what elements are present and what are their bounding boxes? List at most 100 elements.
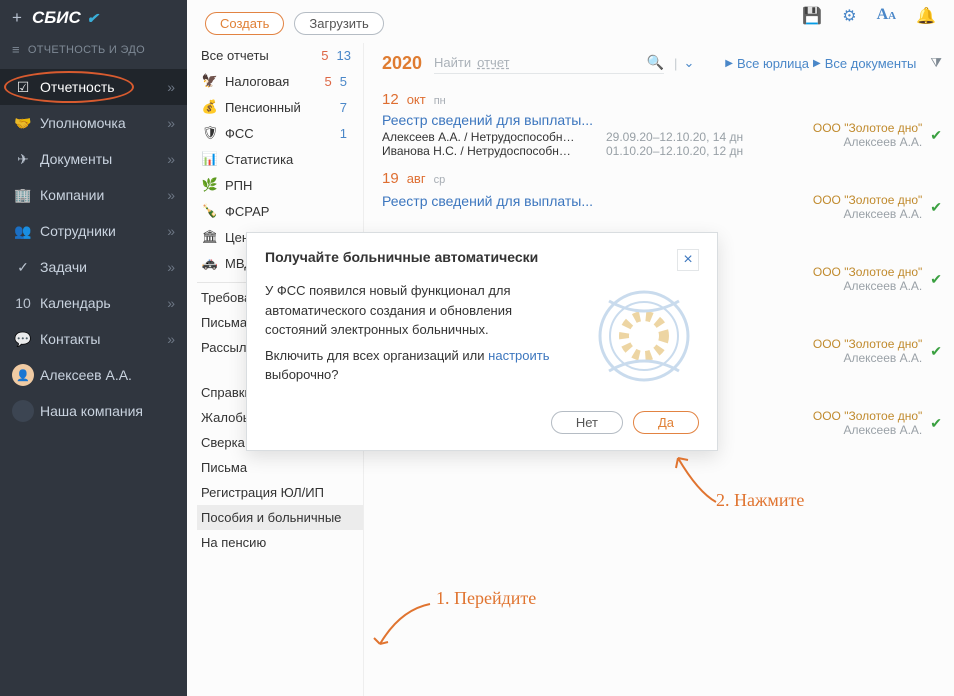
agency-icon: 🏛 — [201, 229, 219, 245]
chevron-right-icon: » — [167, 223, 175, 239]
agency-icon: 💰 — [201, 99, 219, 115]
sidebar-icon: 🤝 — [12, 115, 34, 132]
filter-agency-0[interactable]: 🦅 Налоговая55 — [197, 68, 363, 94]
company-name: Наша компания — [40, 403, 175, 419]
filter-docs[interactable]: Все документы — [825, 56, 917, 71]
report-title: Реестр сведений для выплаты... — [382, 193, 805, 209]
search-input[interactable]: Найти отчет 🔍 — [434, 52, 664, 74]
date-group: 12 окт пн — [382, 91, 942, 108]
report-row[interactable]: Реестр сведений для выплаты... ООО "Золо… — [382, 189, 942, 225]
report-title: Реестр сведений для выплаты... — [382, 112, 805, 128]
chevron-down-icon[interactable]: ⌄ — [683, 55, 694, 71]
gear-icon[interactable]: ⚙ — [842, 6, 856, 26]
filter-agency-1[interactable]: 💰 Пенсионный7 — [197, 94, 363, 120]
check-icon: ✔ — [930, 415, 942, 432]
create-button[interactable]: Создать — [205, 12, 284, 35]
filter-agency-2[interactable]: 🛡 ФСС1 — [197, 120, 363, 146]
filter-agency-3[interactable]: 📊 Статистика — [197, 146, 363, 172]
fss-emblem — [589, 281, 699, 391]
agency-icon: 📊 — [201, 151, 219, 167]
chevron-right-icon: » — [167, 115, 175, 131]
plus-icon: + — [12, 8, 22, 28]
search-icon: 🔍 — [647, 54, 664, 71]
sidebar-icon: 👥 — [12, 223, 34, 240]
sidebar-icon: ☑ — [12, 79, 34, 96]
sidebar-item-label: Контакты — [40, 331, 167, 347]
dialog-text: У ФСС появился новый функционал для авто… — [265, 281, 577, 391]
check-icon: ✔ — [930, 199, 942, 216]
chevron-right-icon: » — [167, 295, 175, 311]
configure-link[interactable]: настроить — [488, 348, 549, 363]
chevron-right-icon: » — [167, 331, 175, 347]
fonts-icon[interactable]: AA — [877, 6, 897, 26]
sidebar-item-label: Календарь — [40, 295, 167, 311]
topbar-icons: 💾 ⚙ AA 🔔 — [802, 6, 936, 26]
sidebar-icon: ✓ — [12, 259, 34, 276]
filter-agency-5[interactable]: 🍾 ФСРАР — [197, 198, 363, 224]
sidebar-item-label: Отчетность — [40, 79, 167, 95]
filter-icon[interactable]: ⧩ — [930, 55, 942, 71]
report-row[interactable]: Реестр сведений для выплаты... Алексеев … — [382, 108, 942, 162]
bell-icon[interactable]: 🔔 — [916, 6, 936, 26]
sidebar-item-label: Задачи — [40, 259, 167, 275]
chevron-right-icon: » — [167, 187, 175, 203]
bird-icon: ✔ — [87, 10, 99, 27]
filter-extra-3[interactable]: Письма — [197, 455, 363, 480]
sidebar-user[interactable]: 👤 Алексеев А.А. — [0, 357, 187, 393]
sidebar-item-6[interactable]: 10 Календарь » — [0, 285, 187, 321]
sidebar-item-label: Компании — [40, 187, 167, 203]
sidebar-item-3[interactable]: 🏢 Компании » — [0, 177, 187, 213]
dialog-yes-button[interactable]: Да — [633, 411, 699, 434]
sidebar-item-label: Уполномочка — [40, 115, 167, 131]
check-icon: ✔ — [930, 343, 942, 360]
agency-icon: 🌿 — [201, 177, 219, 193]
agency-icon: 🦅 — [201, 73, 219, 89]
company-icon — [12, 400, 34, 422]
subtitle-text: ОТЧЕТНОСТЬ И ЭДО — [28, 44, 145, 56]
sidebar-item-7[interactable]: 💬 Контакты » — [0, 321, 187, 357]
avatar: 👤 — [12, 364, 34, 386]
sidebar-item-label: Документы — [40, 151, 167, 167]
sidebar-icon: ✈ — [12, 151, 34, 168]
agency-icon: 🛡 — [201, 125, 219, 141]
app-logo[interactable]: + СБИС ✔ — [0, 0, 187, 36]
check-icon: ✔ — [930, 127, 942, 144]
year[interactable]: 2020 — [382, 53, 422, 74]
filter-legals[interactable]: Все юрлица — [737, 56, 809, 71]
sidebar-item-0[interactable]: ☑ Отчетность » — [0, 69, 187, 105]
brand-name: СБИС — [32, 8, 81, 28]
chevron-right-icon: » — [167, 79, 175, 95]
load-button[interactable]: Загрузить — [294, 12, 383, 35]
check-icon: ✔ — [930, 271, 942, 288]
sidebar-item-5[interactable]: ✓ Задачи » — [0, 249, 187, 285]
close-icon[interactable]: × — [677, 249, 699, 271]
sidebar-icon: 🏢 — [12, 187, 34, 204]
reports-header: 2020 Найти отчет 🔍 | ⌄ ▶ Все юрлица ▶ Вс… — [382, 43, 942, 83]
sidebar-company[interactable]: Наша компания — [0, 393, 187, 429]
sidebar-item-1[interactable]: 🤝 Уполномочка » — [0, 105, 187, 141]
dialog-title: Получайте больничные автоматически — [265, 249, 677, 271]
dialog-no-button[interactable]: Нет — [551, 411, 623, 434]
user-name: Алексеев А.А. — [40, 367, 175, 383]
sidebar-item-4[interactable]: 👥 Сотрудники » — [0, 213, 187, 249]
filter-extra-6[interactable]: На пенсию — [197, 530, 363, 555]
filter-all-reports[interactable]: Все отчеты 5 13 — [197, 43, 363, 68]
save-icon[interactable]: 💾 — [802, 6, 822, 26]
menu-icon: ≡ — [12, 42, 20, 57]
sidebar-item-label: Сотрудники — [40, 223, 167, 239]
filter-links: ▶ Все юрлица ▶ Все документы ⧩ — [725, 55, 942, 71]
agency-icon: 🍾 — [201, 203, 219, 219]
filter-agency-4[interactable]: 🌿 РПН — [197, 172, 363, 198]
date-group: 19 авг ср — [382, 170, 942, 187]
chevron-right-icon: » — [167, 151, 175, 167]
sidebar-item-2[interactable]: ✈ Документы » — [0, 141, 187, 177]
filter-extra-4[interactable]: Регистрация ЮЛ/ИП — [197, 480, 363, 505]
sidebar-subtitle[interactable]: ≡ ОТЧЕТНОСТЬ И ЭДО — [0, 36, 187, 69]
filter-extra-5[interactable]: Пособия и больничные — [197, 505, 363, 530]
agency-icon: 🚓 — [201, 255, 219, 271]
sidebar: + СБИС ✔ ≡ ОТЧЕТНОСТЬ И ЭДО ☑ Отчетность… — [0, 0, 187, 696]
chevron-right-icon: » — [167, 259, 175, 275]
sidebar-icon: 10 — [12, 295, 34, 311]
sidebar-icon: 💬 — [12, 331, 34, 348]
dialog-sick-leave-auto: Получайте больничные автоматически × У Ф… — [246, 232, 718, 451]
